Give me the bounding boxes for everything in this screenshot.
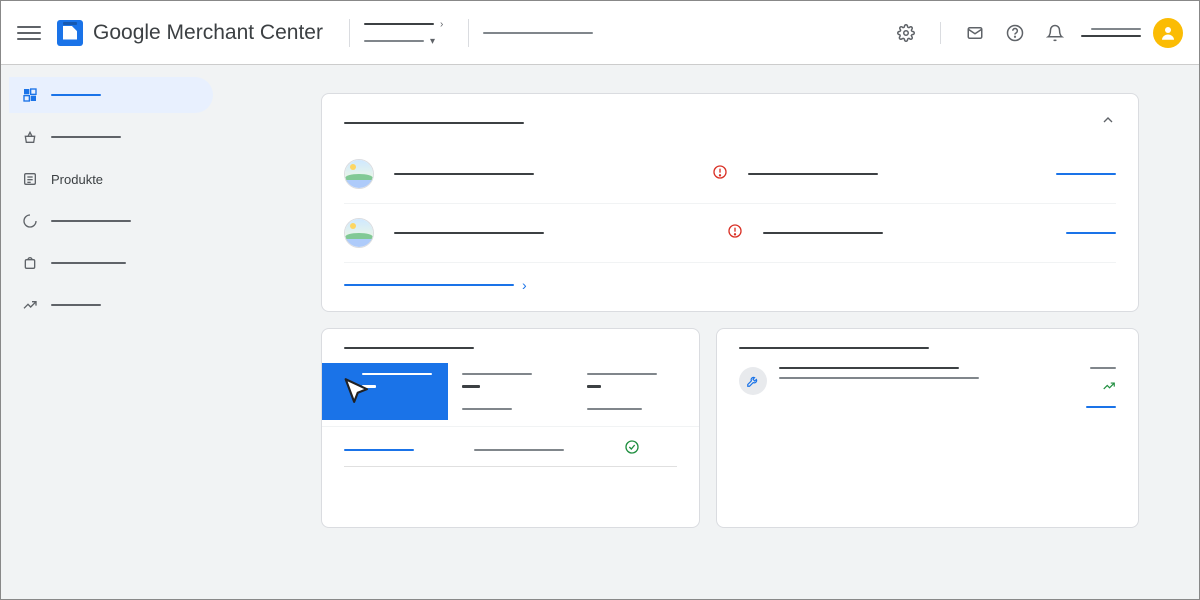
status-row[interactable] — [344, 145, 1116, 204]
user-label — [1081, 28, 1141, 37]
bag-icon — [21, 254, 39, 272]
mail-icon[interactable] — [965, 23, 985, 43]
suggestion-link[interactable] — [1086, 406, 1116, 408]
card-footer-link[interactable]: › — [344, 277, 1116, 293]
context-label — [483, 32, 593, 34]
list-icon — [21, 170, 39, 188]
sidebar: Produkte — [1, 65, 221, 599]
card-title — [344, 122, 524, 124]
status-action-link[interactable] — [1066, 232, 1116, 234]
caret-down-icon: ▾ — [430, 36, 435, 47]
status-action-link[interactable] — [1056, 173, 1116, 175]
avatar[interactable] — [1153, 18, 1183, 48]
chevron-right-icon: › — [440, 19, 443, 30]
status-message — [763, 232, 883, 234]
sidebar-item-label: Produkte — [51, 172, 103, 187]
alert-icon — [727, 223, 743, 244]
suggestion-row[interactable] — [739, 367, 1116, 408]
metric-tile[interactable] — [448, 363, 574, 420]
growth-icon — [21, 296, 39, 314]
product-thumb-icon — [344, 159, 374, 189]
sidebar-item-label — [51, 94, 101, 96]
app-logo-icon[interactable] — [57, 20, 83, 46]
metric-tile[interactable] — [573, 363, 699, 420]
status-item-name — [394, 232, 544, 234]
sidebar-item-label — [51, 136, 121, 138]
suggestions-card — [716, 328, 1139, 528]
product-thumb-icon — [344, 218, 374, 248]
dashboard-icon — [21, 86, 39, 104]
divider — [940, 22, 941, 44]
status-row[interactable] — [344, 204, 1116, 263]
sidebar-item-overview[interactable] — [9, 77, 213, 113]
app-title: Google Merchant Center — [93, 21, 323, 45]
card-title — [344, 347, 474, 349]
help-icon[interactable] — [1005, 23, 1025, 43]
cursor-icon — [340, 375, 374, 409]
menu-icon[interactable] — [17, 21, 41, 45]
gear-icon[interactable] — [896, 23, 916, 43]
bell-icon[interactable] — [1045, 23, 1065, 43]
sidebar-item-growth[interactable] — [9, 287, 213, 323]
sidebar-item-label — [51, 220, 131, 222]
divider — [349, 19, 350, 47]
footer-text — [474, 449, 564, 451]
sidebar-item-marketing[interactable] — [9, 245, 213, 281]
sidebar-item-shopping[interactable] — [9, 119, 213, 155]
status-card: › — [321, 93, 1139, 312]
card-title — [739, 347, 929, 349]
status-item-name — [394, 173, 534, 175]
chevron-up-icon[interactable] — [1100, 112, 1116, 133]
trend-up-icon — [1102, 379, 1116, 396]
wrench-icon — [739, 367, 767, 395]
main: Produkte — [1, 65, 1199, 599]
footer-link[interactable] — [344, 449, 414, 451]
sidebar-item-label — [51, 262, 126, 264]
metrics-footer — [322, 433, 699, 460]
chevron-right-icon: › — [522, 277, 527, 293]
account-selector[interactable]: › ▾ — [364, 19, 454, 47]
status-message — [748, 173, 878, 175]
basket-icon — [21, 128, 39, 146]
metric-tile-selected[interactable] — [322, 363, 448, 420]
sidebar-item-performance[interactable] — [9, 203, 213, 239]
metrics-card — [321, 328, 700, 528]
check-circle-icon — [624, 439, 640, 460]
sidebar-item-products[interactable]: Produkte — [9, 161, 213, 197]
content: › — [221, 65, 1199, 599]
top-bar: Google Merchant Center › ▾ — [1, 1, 1199, 65]
spinner-icon — [21, 212, 39, 230]
divider — [468, 19, 469, 47]
alert-icon — [712, 164, 728, 185]
sidebar-item-label — [51, 304, 101, 306]
